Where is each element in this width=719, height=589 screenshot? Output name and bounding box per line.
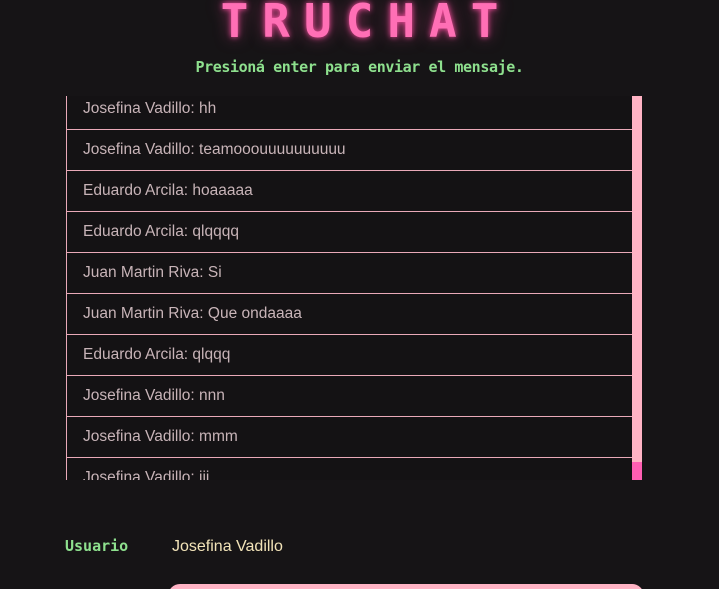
message-item: Josefina Vadillo: iii	[67, 458, 632, 480]
message-list: Josefina Vadillo: hh Josefina Vadillo: t…	[66, 96, 632, 480]
message-item: Juan Martin Riva: Si	[67, 253, 632, 294]
message-input[interactable]	[168, 584, 644, 589]
username-value: Josefina Vadillo	[172, 538, 283, 555]
message-item: Josefina Vadillo: mmm	[67, 417, 632, 458]
message-list-scrollbar[interactable]	[632, 96, 642, 480]
scrollbar-thumb[interactable]	[632, 462, 642, 480]
instructions-text: Presioná enter para enviar el mensaje.	[195, 58, 524, 76]
message-item: Juan Martin Riva: Que ondaaaa	[67, 294, 632, 335]
message-item: Josefina Vadillo: nnn	[67, 376, 632, 417]
message-item: Josefina Vadillo: teamooouuuuuuuuuu	[67, 130, 632, 171]
message-item: Josefina Vadillo: hh	[67, 96, 632, 130]
message-item: Eduardo Arcila: qlqqqq	[67, 212, 632, 253]
chat-page: TRUCHAT Presioná enter para enviar el me…	[0, 0, 719, 589]
message-item: Eduardo Arcila: hoaaaaa	[67, 171, 632, 212]
message-list-container[interactable]: Josefina Vadillo: hh Josefina Vadillo: t…	[66, 96, 642, 480]
app-title: TRUCHAT	[220, 0, 513, 48]
user-label: Usuario	[65, 537, 129, 555]
message-item: Eduardo Arcila: qlqqq	[67, 335, 632, 376]
